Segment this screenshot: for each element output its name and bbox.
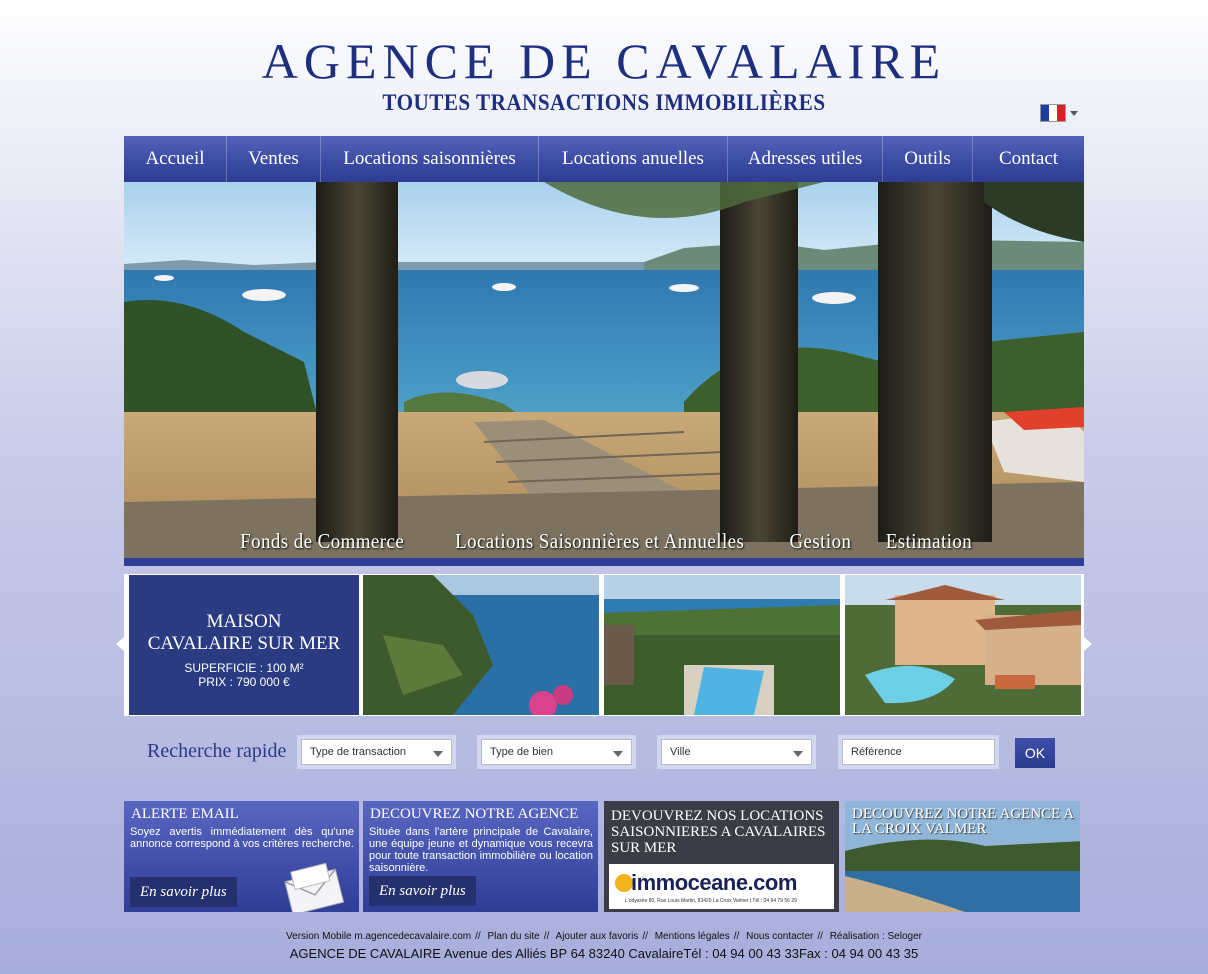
immoceane-banner[interactable]: immoceane.com L'odyssée 80, Rue Louis Ma…: [609, 864, 834, 909]
listing-thumb-3[interactable]: [845, 575, 1081, 715]
reference-placeholder: Référence: [851, 746, 902, 758]
main-nav: Accueil Ventes Locations saisonnières Lo…: [124, 136, 1084, 182]
caption-fonds-commerce[interactable]: Fonds de Commerce: [240, 529, 404, 554]
footer-link-legal[interactable]: Mentions légales: [655, 931, 730, 942]
chevron-down-icon: [613, 751, 623, 757]
listing-location: CAVALAIRE SUR MER: [147, 633, 341, 654]
rentals-title: DEVOUVREZ NOS LOCATIONS SAISONNIERES A C…: [611, 808, 826, 856]
agency-box: DECOUVREZ NOTRE AGENCE Située dans l'art…: [363, 801, 598, 912]
site-title: AGENCE DE CAVALAIRE: [261, 33, 947, 89]
listing-type: MAISON: [206, 611, 282, 632]
property-type-select-value: Type de bien: [490, 746, 553, 758]
listing-thumb-2[interactable]: [604, 575, 840, 715]
hero-banner: [124, 182, 1084, 566]
nav-locations-anuelles[interactable]: Locations anuelles: [539, 136, 728, 182]
chevron-down-icon: [433, 751, 443, 757]
footer-link-contact[interactable]: Nous contacter: [746, 931, 813, 942]
email-alert-box: ALERTE EMAIL Soyez avertis immédiatement…: [124, 801, 359, 912]
nav-accueil[interactable]: Accueil: [124, 136, 227, 182]
reference-field[interactable]: Référence: [838, 735, 999, 769]
chevron-down-icon: [793, 751, 803, 757]
email-alert-title: ALERTE EMAIL: [131, 806, 239, 822]
listing-area: SUPERFICIE : 100 M²: [184, 661, 304, 675]
chevron-down-icon: [1070, 110, 1078, 116]
footer-link-sitemap[interactable]: Plan du site: [487, 931, 539, 942]
nav-locations-saisonnieres[interactable]: Locations saisonnières: [321, 136, 539, 182]
footer-separator: //: [642, 931, 648, 942]
coastline-photo: [363, 575, 599, 715]
hero-captions: Fonds de Commerce Locations Saisonnières…: [124, 524, 1084, 558]
property-type-select[interactable]: Type de bien: [477, 735, 636, 769]
footer-links: Version Mobile m.agencedecavalaire.com //…: [0, 931, 1208, 942]
agency-text: Située dans l'artère principale de Caval…: [369, 826, 593, 874]
immoceane-logo: immoceane.com: [631, 870, 797, 895]
footer-separator: //: [817, 931, 823, 942]
caption-locations[interactable]: Locations Saisonnières et Annuelles: [455, 529, 744, 554]
listing-thumb-1[interactable]: [363, 575, 599, 715]
email-alert-more-button[interactable]: En savoir plus: [130, 877, 237, 907]
nav-ventes[interactable]: Ventes: [227, 136, 321, 182]
footer-link-favorites[interactable]: Ajouter aux favoris: [556, 931, 639, 942]
carousel-prev-icon[interactable]: [116, 637, 124, 651]
caption-estimation[interactable]: Estimation: [886, 529, 972, 554]
featured-listing[interactable]: MAISON CAVALAIRE SUR MER SUPERFICIE : 10…: [129, 575, 359, 715]
rentals-box[interactable]: DEVOUVREZ NOS LOCATIONS SAISONNIERES A C…: [604, 801, 839, 912]
french-flag-icon: [1040, 104, 1066, 122]
site-subtitle: TOUTES TRANSACTIONS IMMOBILIÈRES: [382, 90, 826, 115]
footer-separator: //: [543, 931, 550, 942]
listing-price: PRIX : 790 000 €: [198, 675, 290, 689]
transaction-select[interactable]: Type de transaction: [297, 735, 456, 769]
carousel-next-icon[interactable]: [1084, 637, 1092, 651]
immoceane-address: L'odyssée 80, Rue Louis Martin, 83420 La…: [625, 898, 797, 904]
footer-separator: //: [475, 931, 481, 942]
city-select-value: Ville: [670, 746, 691, 758]
hero-photo: [124, 182, 1084, 566]
nav-adresses-utiles[interactable]: Adresses utiles: [728, 136, 883, 182]
footer-link-mobile[interactable]: Version Mobile m.agencedecavalaire.com: [286, 931, 471, 942]
agency-title: DECOUVREZ NOTRE AGENCE: [370, 806, 579, 822]
search-submit-button[interactable]: OK: [1015, 738, 1055, 768]
footer-address: AGENCE DE CAVALAIRE Avenue des Alliés BP…: [289, 946, 919, 961]
nav-contact[interactable]: Contact: [973, 136, 1084, 182]
hero-bottom-bar: [124, 558, 1084, 566]
agency-more-button[interactable]: En savoir plus: [369, 876, 476, 906]
pool-photo: [604, 575, 840, 715]
city-select[interactable]: Ville: [657, 735, 816, 769]
croix-valmer-title: DECOUVREZ NOTRE AGENCE A LA CROIX VALMER: [852, 806, 1074, 837]
language-selector[interactable]: [1040, 104, 1082, 122]
search-label: Recherche rapide: [147, 740, 287, 762]
email-alert-text: Soyez avertis immédiatement dès qu'une a…: [130, 826, 354, 850]
caption-gestion[interactable]: Gestion: [790, 529, 852, 554]
envelope-icon: [284, 863, 345, 912]
croix-valmer-box[interactable]: DECOUVREZ NOTRE AGENCE A LA CROIX VALMER: [845, 801, 1080, 912]
villa-pool-photo: [845, 575, 1081, 715]
transaction-select-value: Type de transaction: [310, 746, 407, 758]
nav-outils[interactable]: Outils: [883, 136, 973, 182]
footer-link-credits[interactable]: Réalisation : Seloger: [830, 931, 922, 942]
footer-separator: //: [733, 931, 740, 942]
